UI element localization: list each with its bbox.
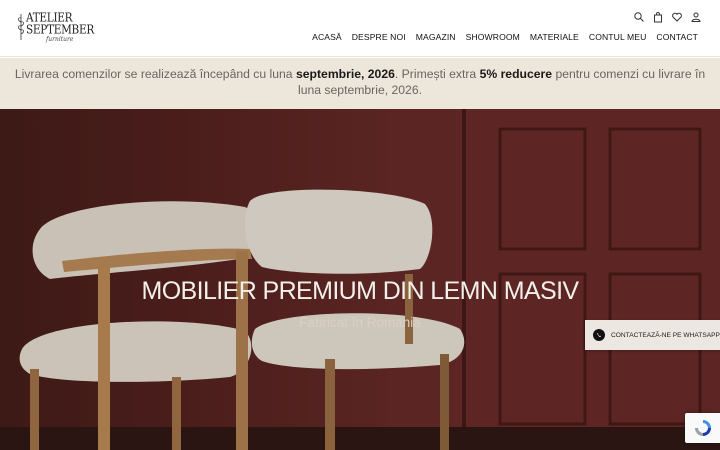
recaptcha-badge[interactable]: [685, 413, 720, 443]
hero-title: MOBILIER PREMIUM DIN LEMN MASIV: [141, 277, 579, 305]
nav-contul-meu[interactable]: CONTUL MEU: [589, 32, 647, 42]
whatsapp-icon: [593, 329, 605, 341]
banner-text-1: Livrarea comenzilor se realizează începâ…: [14, 67, 296, 81]
bag-icon[interactable]: [652, 10, 664, 23]
whatsapp-contact-button[interactable]: CONTACTEAZĂ-NE PE WHATSAPP: [585, 320, 720, 350]
user-icon[interactable]: [690, 10, 702, 22]
nav-contact[interactable]: CONTACT: [656, 32, 698, 42]
banner-date: septembrie, 2026: [295, 67, 395, 81]
banner-discount: 5% reducere: [479, 67, 553, 81]
brand-logo[interactable]: ATELIER SEPTEMBER furniture: [16, 10, 94, 46]
search-icon[interactable]: [633, 10, 645, 22]
nav-showroom[interactable]: SHOWROOM: [466, 32, 520, 42]
header-icons: [633, 10, 702, 23]
banner-text-2: . Primești extra: [394, 67, 480, 81]
leaf-sprig-icon: [18, 14, 24, 40]
main-nav: ACASĂ DESPRE NOI MAGAZIN SHOWROOM MATERI…: [312, 32, 698, 42]
delivery-notice-banner: Livrarea comenzilor se realizează începâ…: [0, 58, 720, 109]
logo-tagline: furniture: [46, 36, 74, 43]
whatsapp-label: CONTACTEAZĂ-NE PE WHATSAPP: [611, 331, 720, 339]
logo-line-september: SEPTEMBER: [26, 23, 94, 37]
nav-acasa[interactable]: ACASĂ: [312, 32, 342, 42]
nav-materiale[interactable]: MATERIALE: [530, 32, 579, 42]
hero-section: MOBILIER PREMIUM DIN LEMN MASIV Fabricat…: [0, 109, 720, 450]
heart-icon[interactable]: [671, 10, 683, 22]
nav-despre-noi[interactable]: DESPRE NOI: [352, 32, 406, 42]
recaptcha-icon: [694, 420, 711, 436]
site-header: ATELIER SEPTEMBER furniture ACASĂ DESPRE…: [0, 0, 720, 57]
nav-magazin[interactable]: MAGAZIN: [416, 32, 456, 42]
